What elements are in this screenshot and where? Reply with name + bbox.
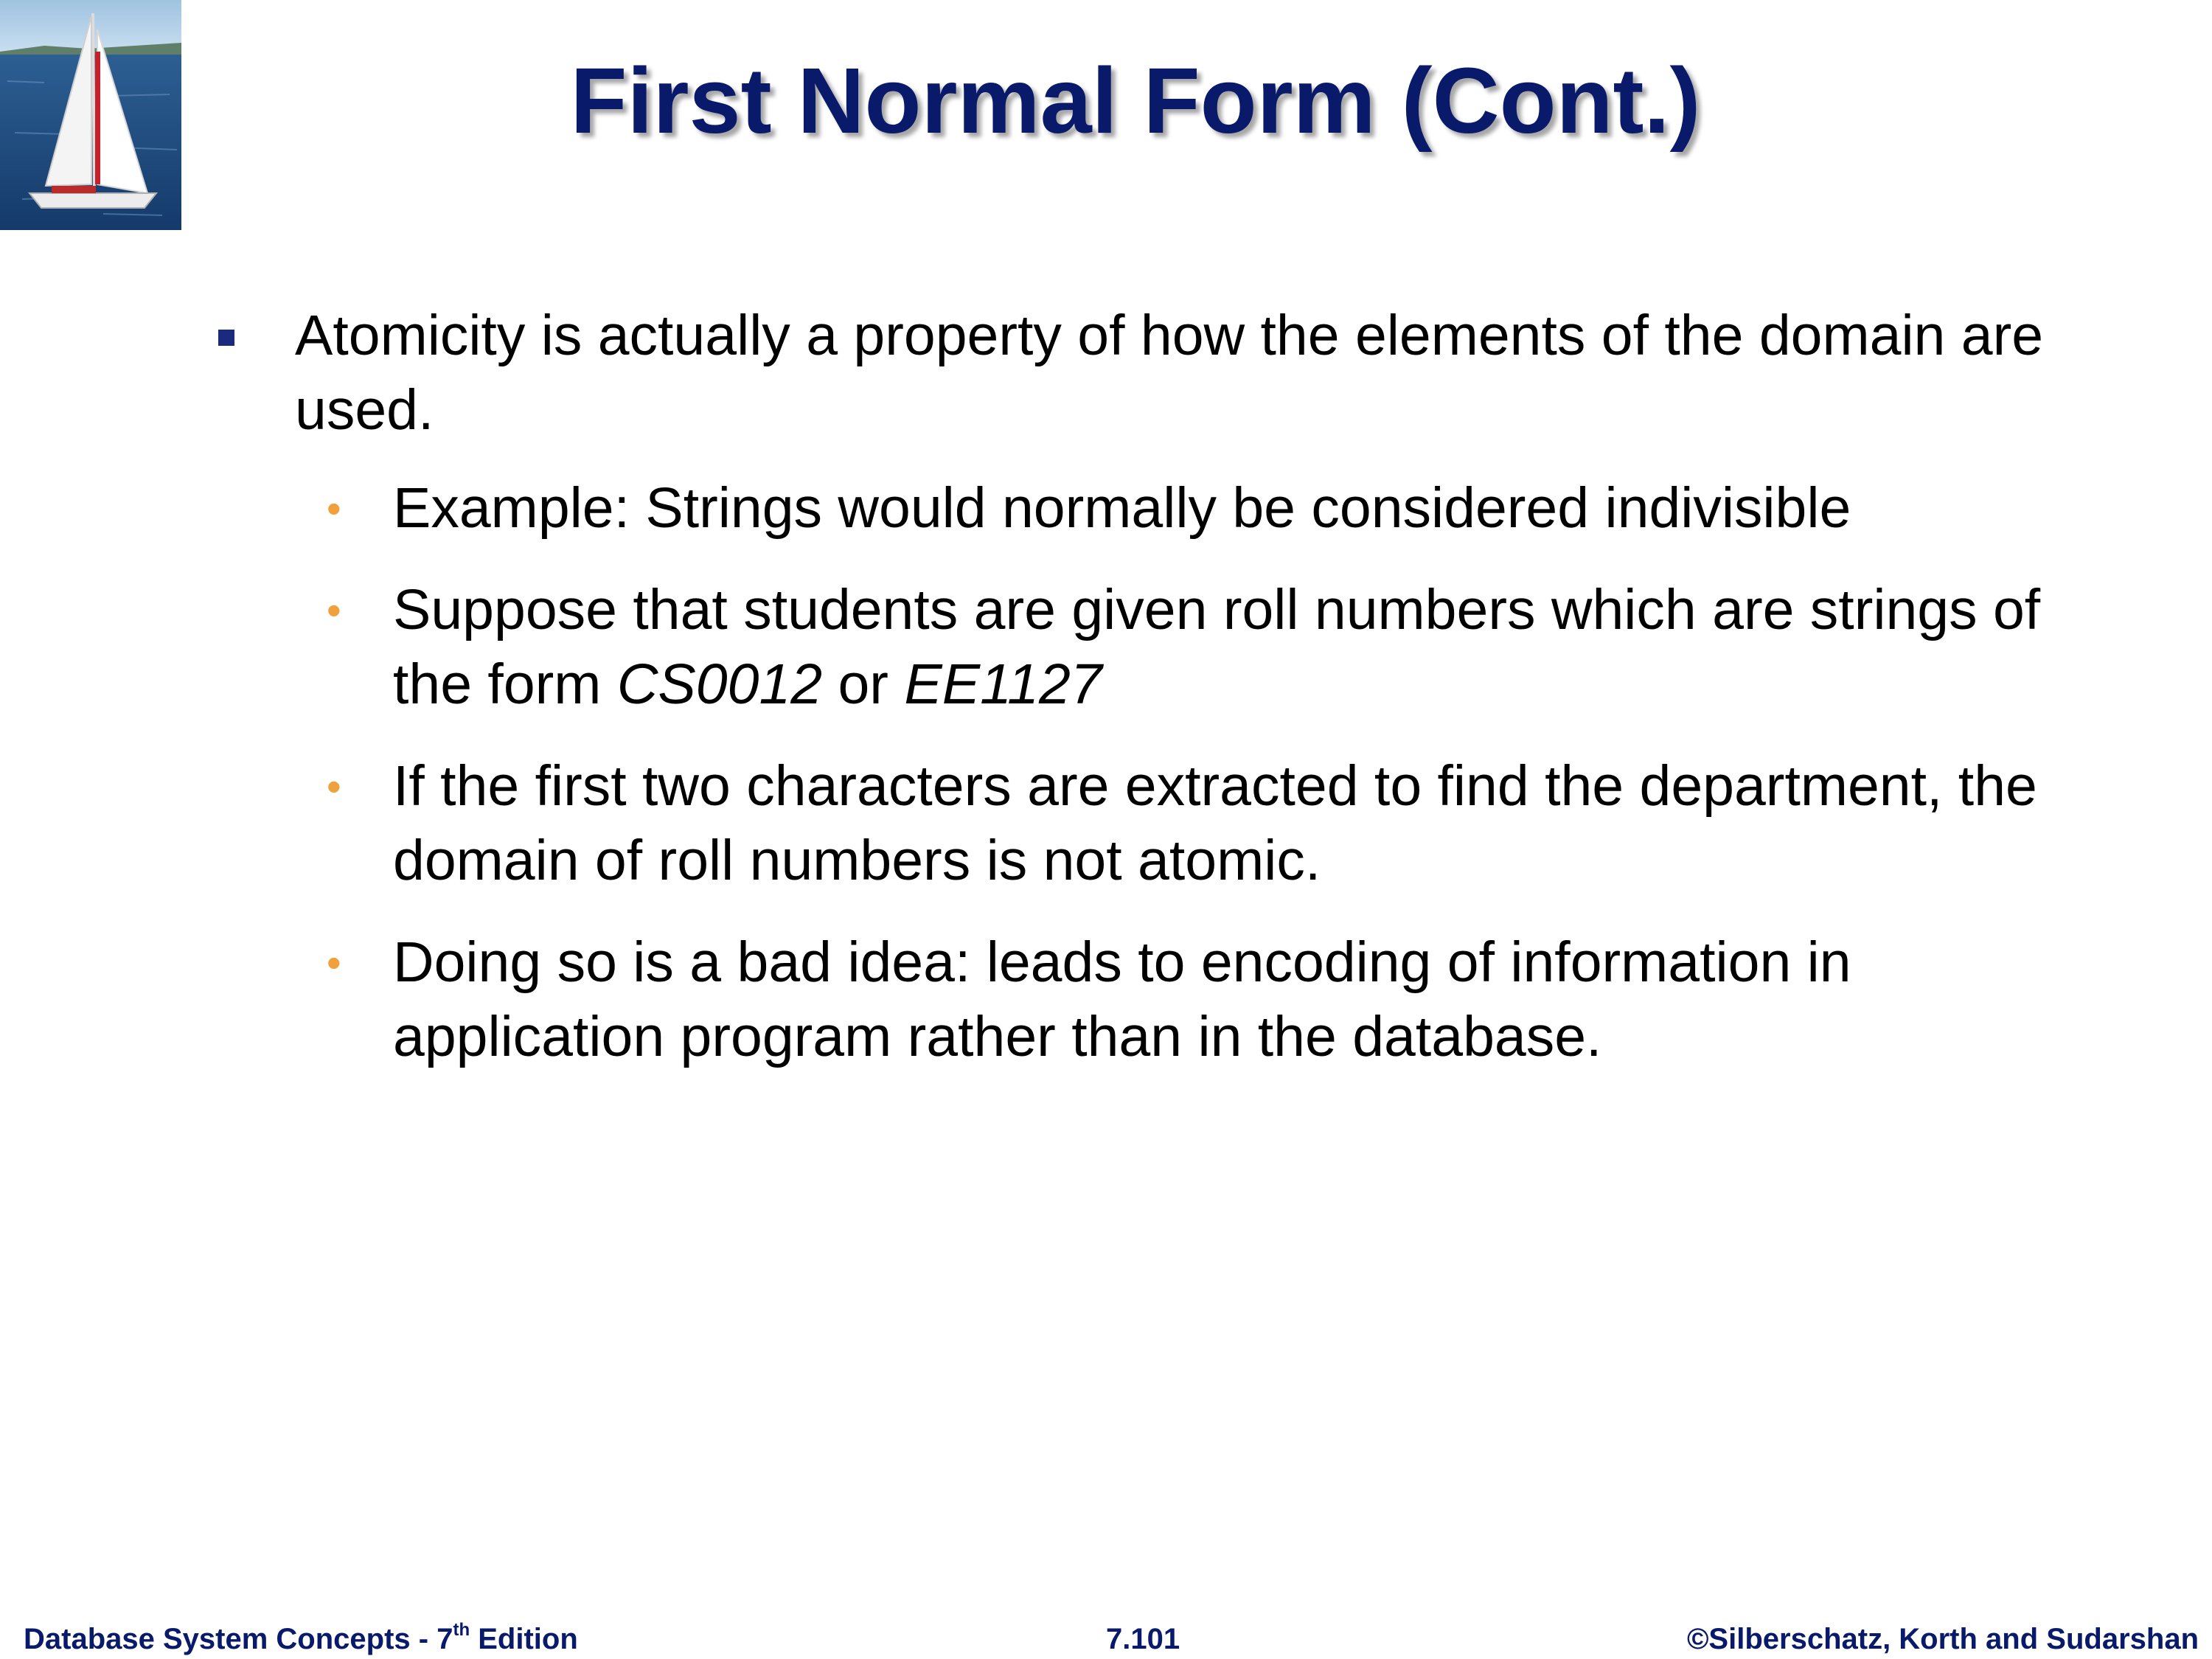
edition-superscript: th [453,1619,470,1640]
slide-title: First Normal Form (Cont.) [570,49,1701,153]
slide-content: Atomicity is actually a property of how … [0,299,2212,1102]
roll-number-example-1: CS0012 [616,653,823,716]
sub-bullet-text: If the first two characters are extracte… [393,754,2037,892]
bullet-text: Atomicity is actually a property of how … [295,304,2044,442]
sub-bullet-1: • Example: Strings would normally be con… [0,471,2212,546]
sub-bullet-text: Suppose that students are given roll num… [393,578,2041,716]
sub-bullet-4: • Doing so is a bad idea: leads to encod… [0,925,2212,1074]
bullet-level1: Atomicity is actually a property of how … [0,299,2212,448]
sub-bullet-text: Example: Strings would normally be consi… [393,476,1851,540]
square-bullet-icon [218,330,234,346]
footer-book-title: Database System Concepts - 7th Edition [24,1619,578,1655]
sub-bullet-list: • Example: Strings would normally be con… [0,471,2212,1074]
slide: First Normal Form (Cont.) Atomicity is a… [0,0,2212,1659]
sub-bullet-3: • If the first two characters are extrac… [0,749,2212,898]
round-bullet-icon: • [327,587,341,633]
slide-footer: Database System Concepts - 7th Edition 7… [0,1619,2212,1659]
round-bullet-icon: • [327,763,341,810]
footer-copyright: ©Silberschatz, Korth and Sudarshan [1686,1623,2199,1655]
round-bullet-icon: • [327,485,341,532]
roll-number-example-2: EE1127 [904,653,1102,716]
footer-page-number: 7.101 [1106,1623,1180,1655]
round-bullet-icon: • [327,939,341,986]
sub-bullet-text: Doing so is a bad idea: leads to encodin… [393,931,1851,1068]
sub-bullet-2: • Suppose that students are given roll n… [0,573,2212,722]
